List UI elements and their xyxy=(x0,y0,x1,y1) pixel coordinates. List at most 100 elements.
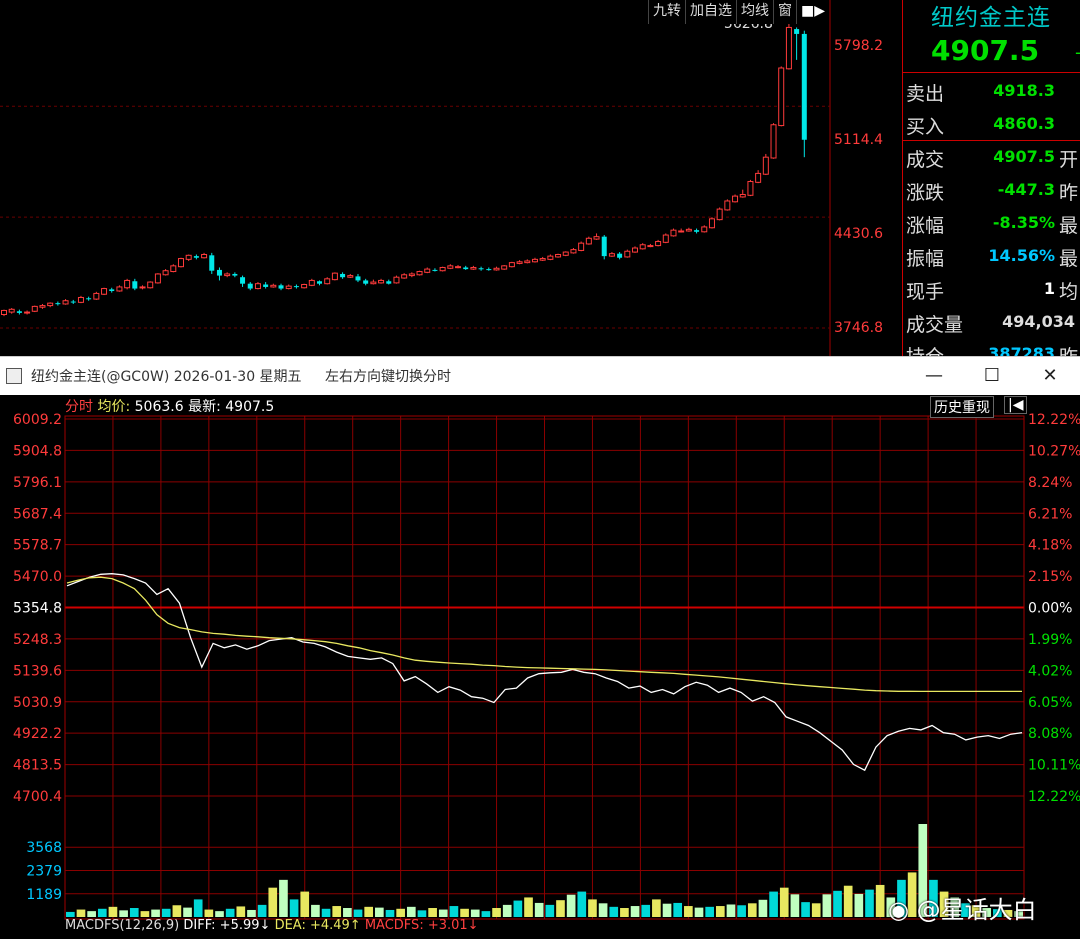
minimize-button[interactable]: — xyxy=(911,363,957,389)
tb-average-line[interactable]: 均线 xyxy=(736,0,773,24)
candle-body-up xyxy=(501,265,508,270)
candle-body-up xyxy=(185,254,192,260)
candle-body-down xyxy=(432,269,438,271)
candle-body-up xyxy=(77,296,84,303)
quote-row-hand: 现手 1 均 xyxy=(903,273,1080,306)
candle-body-down xyxy=(193,256,199,258)
candle-body-up xyxy=(101,288,108,295)
volume-bar xyxy=(609,906,619,917)
volume-bar xyxy=(289,899,299,917)
candle-body-up xyxy=(662,234,669,243)
candle-body-down xyxy=(463,267,469,270)
quote-row-volume: 成交量 494,034 xyxy=(903,306,1080,339)
volume-bar xyxy=(353,909,363,917)
tb-jiuzhuan[interactable]: 九转 xyxy=(648,0,685,24)
percent-axis-label: 12.22% xyxy=(1028,412,1080,428)
candle-body-up xyxy=(493,267,500,271)
volume-bar xyxy=(790,894,800,917)
candle-body-down xyxy=(694,230,700,232)
candle-body-up xyxy=(201,253,208,259)
candle-body-down xyxy=(601,236,607,257)
candle-body-up xyxy=(124,279,131,289)
buy-label: 买入 xyxy=(906,116,945,138)
candle-body-up xyxy=(755,172,762,183)
avg-price-label: 均价: xyxy=(97,399,131,415)
exit-icon[interactable]: ■▶ xyxy=(796,0,829,24)
macd-value: MACDFS: +3.01↓ xyxy=(364,918,479,933)
pct-value: -8.35% xyxy=(992,213,1055,232)
macd-diff: DIFF: +5.99↓ xyxy=(183,918,271,933)
candle-body-up xyxy=(154,273,161,284)
close-button[interactable]: ✕ xyxy=(1027,363,1073,389)
volume-bar xyxy=(822,894,832,917)
price-axis-label: 5904.8 xyxy=(13,443,62,459)
percent-axis-label: 6.21% xyxy=(1028,506,1072,522)
kline-chart[interactable]: 5626.8 xyxy=(0,0,902,356)
price-axis-label: 6009.2 xyxy=(13,412,62,428)
candle-body-down xyxy=(293,286,299,288)
candle-body-up xyxy=(739,193,746,198)
candle-body-down xyxy=(317,281,323,284)
candle-body-up xyxy=(177,258,184,268)
candle-body-down xyxy=(247,283,253,289)
intraday-chart[interactable]: 6009.2 12.22% 5904.8 10.27% 5796.1 8.24% 5687.… xyxy=(0,394,1080,935)
deal-label: 成交 xyxy=(906,149,945,171)
instrument-name: 纽约金主连 xyxy=(931,5,1051,31)
candle-body-up xyxy=(439,266,446,272)
volume-label: 成交量 xyxy=(906,314,964,336)
volume-bar xyxy=(236,906,246,917)
tb-window[interactable]: 窗 xyxy=(773,0,796,24)
candle-body-up xyxy=(447,265,454,269)
volume-bar xyxy=(502,904,512,917)
volume-bar xyxy=(87,911,96,917)
sell-label: 卖出 xyxy=(906,83,945,105)
candle-body-up xyxy=(516,261,523,264)
volume-bar xyxy=(843,885,853,917)
prev-close-label: 昨 xyxy=(1059,182,1079,204)
window-titlebar[interactable]: 纽约金主连(@GC0W) 2026-01-30 星期五 左右方向键切换分时 — … xyxy=(0,356,1080,395)
volume-bar xyxy=(151,909,160,917)
candle-body-up xyxy=(455,266,462,269)
volume-bar xyxy=(524,897,533,917)
candle-body-up xyxy=(508,262,515,268)
volume-bar xyxy=(694,907,704,917)
volume-bar xyxy=(428,908,437,917)
candle-body-down xyxy=(55,303,61,305)
kline-window: 5626.8 九转 加自选 均线 窗 ■▶ 5798.2 5114.4 4430… xyxy=(0,0,1080,368)
percent-axis-label: 4.02% xyxy=(1028,663,1072,679)
volume-bar xyxy=(332,906,342,917)
candle-body-up xyxy=(639,244,646,250)
volume-bar xyxy=(684,906,693,917)
volume-bar xyxy=(76,909,86,917)
volume-bar xyxy=(726,904,736,917)
percent-axis-label: 1.99% xyxy=(1028,632,1072,648)
candle-body-up xyxy=(24,311,31,314)
candle-body-up xyxy=(632,247,639,253)
maximize-button[interactable]: ☐ xyxy=(969,363,1015,389)
candle-body-up xyxy=(539,258,546,261)
volume-bar xyxy=(598,903,608,917)
volume-bar xyxy=(662,903,672,917)
quote-row-change: 涨跌 -447.3 昨 xyxy=(903,174,1080,207)
candle-body-up xyxy=(162,270,169,276)
volume-bar xyxy=(811,903,821,917)
candle-body-up xyxy=(716,208,723,221)
rewind-icon[interactable]: |◀ xyxy=(1004,396,1028,414)
candle-body-up xyxy=(547,255,554,260)
tb-add-watchlist[interactable]: 加自选 xyxy=(685,0,736,24)
volume-bar xyxy=(801,902,810,917)
volume-bar xyxy=(396,908,405,917)
volume-bar xyxy=(97,908,107,917)
candle-body-up xyxy=(224,273,231,277)
quote-row-pct: 涨幅 -8.35% 最 xyxy=(903,207,1080,240)
price-axis-label: 4922.2 xyxy=(13,726,62,742)
candle-body-down xyxy=(16,311,22,313)
volume-bar xyxy=(705,906,714,917)
candle-body-up xyxy=(408,273,415,277)
weibo-icon: ◉ xyxy=(888,896,909,924)
candle-body-up xyxy=(624,250,631,258)
volume-bar xyxy=(492,908,501,917)
history-replay-button[interactable]: 历史重现 xyxy=(930,396,994,418)
open-label: 开 xyxy=(1059,149,1079,171)
volume-bar xyxy=(630,906,640,917)
